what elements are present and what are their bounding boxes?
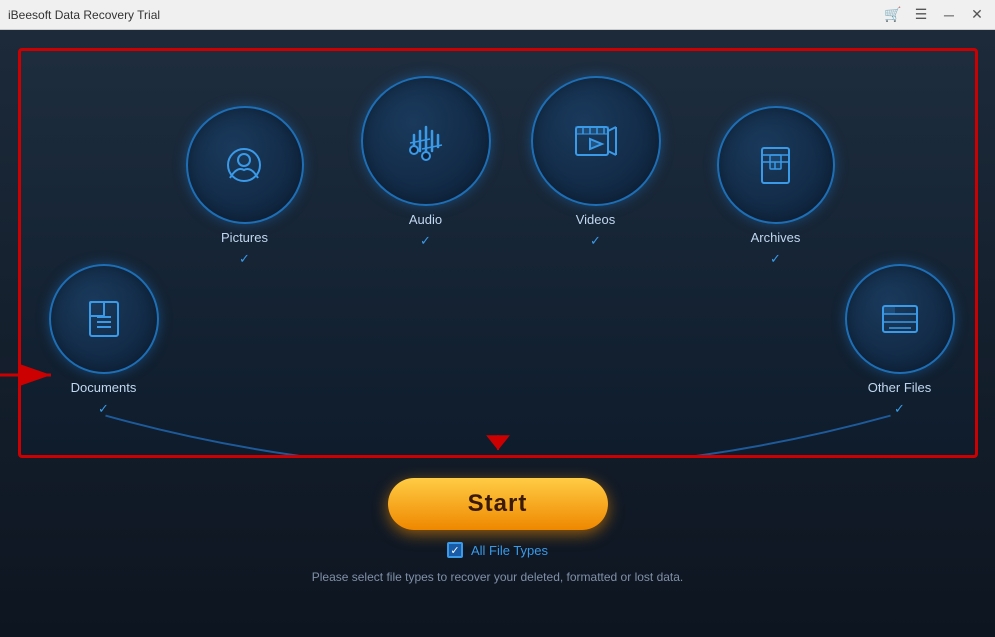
other-files-label: Other Files [868, 380, 932, 395]
file-type-selection-panel: Documents ✓ Pictures ✓ [18, 48, 978, 458]
audio-label: Audio [409, 212, 442, 227]
pictures-label: Pictures [221, 230, 268, 245]
main-area: Documents ✓ Pictures ✓ [0, 30, 995, 637]
all-file-types-checkbox[interactable] [447, 542, 463, 558]
videos-circle [531, 76, 661, 206]
videos-check: ✓ [590, 233, 601, 249]
documents-check: ✓ [98, 401, 109, 417]
audio-icon-group[interactable]: Audio ✓ [361, 76, 491, 249]
pictures-icon-group[interactable]: Pictures ✓ [186, 106, 304, 267]
close-button[interactable]: ✕ [967, 5, 987, 25]
archives-circle [717, 106, 835, 224]
documents-label: Documents [71, 380, 137, 395]
menu-icon[interactable]: ☰ [911, 5, 931, 25]
archives-icon-group[interactable]: Archives ✓ [717, 106, 835, 267]
archives-check: ✓ [770, 251, 781, 267]
videos-label: Videos [576, 212, 616, 227]
all-file-types-row: All File Types [447, 542, 548, 558]
pictures-circle [186, 106, 304, 224]
other-files-icon-group[interactable]: Other Files ✓ [845, 264, 955, 417]
other-files-check: ✓ [894, 401, 905, 417]
icons-container: Documents ✓ Pictures ✓ [21, 51, 975, 455]
bottom-section: Start All File Types Please select file … [312, 478, 684, 584]
start-button[interactable]: Start [388, 478, 608, 530]
pictures-check: ✓ [239, 251, 250, 267]
videos-icon-group[interactable]: Videos ✓ [531, 76, 661, 249]
title-bar: iBeesoft Data Recovery Trial 🛒 ☰ ─ ✕ [0, 0, 995, 30]
archives-label: Archives [751, 230, 801, 245]
audio-circle [361, 76, 491, 206]
documents-icon-group[interactable]: Documents ✓ [49, 264, 159, 417]
audio-check: ✓ [420, 233, 431, 249]
all-file-types-label[interactable]: All File Types [471, 543, 548, 558]
documents-circle [49, 264, 159, 374]
cart-icon[interactable]: 🛒 [883, 5, 903, 25]
window-controls: 🛒 ☰ ─ ✕ [883, 5, 987, 25]
app-title: iBeesoft Data Recovery Trial [8, 8, 883, 22]
hint-text: Please select file types to recover your… [312, 570, 684, 584]
other-files-circle [845, 264, 955, 374]
minimize-button[interactable]: ─ [939, 5, 959, 25]
